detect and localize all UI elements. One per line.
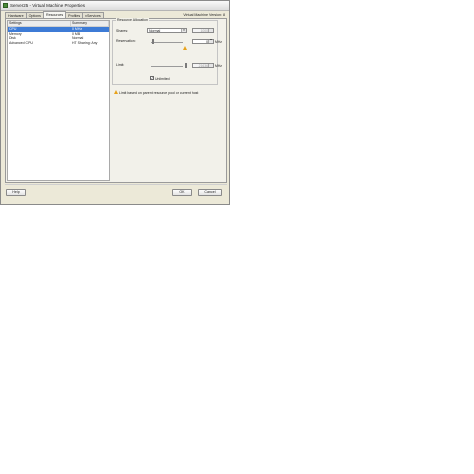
list-item-summary: HT Sharing: Any bbox=[72, 40, 98, 45]
column-header-settings[interactable]: Settings bbox=[8, 21, 71, 26]
tab-resources[interactable]: Resources bbox=[42, 11, 67, 18]
vm-icon bbox=[3, 3, 8, 8]
shares-select-value: Normal bbox=[149, 29, 161, 33]
limit-value: 21636 bbox=[198, 64, 208, 68]
vm-version-label: Virtual Machine Version: 8 bbox=[183, 13, 225, 17]
shares-amount-value: 1000 bbox=[200, 29, 208, 33]
unlimited-checkbox[interactable]: ✓ bbox=[150, 76, 154, 80]
ok-button[interactable]: OK bbox=[172, 189, 192, 196]
resource-allocation-group: Resource Allocation Shares: Normal ▾ 100… bbox=[112, 18, 222, 85]
reservation-unit: MHz bbox=[215, 40, 222, 44]
warning-icon bbox=[114, 90, 118, 94]
list-item-setting: Advanced CPU bbox=[9, 40, 33, 45]
unlimited-label: Unlimited bbox=[155, 76, 170, 81]
footer-divider bbox=[5, 184, 227, 185]
shares-select[interactable]: Normal ▾ bbox=[147, 28, 187, 33]
reservation-slider-handle[interactable] bbox=[152, 39, 154, 44]
resource-allocation-title: Resource Allocation bbox=[116, 18, 149, 22]
reservation-field[interactable]: 0 ▴▾ bbox=[192, 39, 214, 44]
spinner-icon: ▴▾ bbox=[208, 63, 213, 67]
window-title: Server25 - Virtual Machine Properties bbox=[10, 3, 85, 8]
settings-list: Settings Summary CPU 0 MHz Memory 0 MB D… bbox=[7, 20, 110, 181]
limit-label: Limit: bbox=[116, 63, 125, 67]
limit-slider-handle[interactable] bbox=[185, 63, 187, 68]
limit-slider-track[interactable] bbox=[151, 66, 183, 67]
limit-field: 21636 ▴▾ bbox=[192, 63, 214, 68]
cancel-button[interactable]: Cancel bbox=[198, 189, 222, 196]
list-item-advanced-cpu[interactable]: Advanced CPU HT Sharing: Any bbox=[8, 41, 109, 46]
spinner-icon[interactable]: ▴▾ bbox=[208, 39, 213, 43]
reservation-slider-track[interactable] bbox=[151, 42, 183, 43]
limit-warning-text: Limit based on parent resource pool or c… bbox=[119, 90, 199, 95]
help-button[interactable]: Help bbox=[6, 189, 26, 196]
shares-amount-field: 1000 ▴▾ bbox=[192, 28, 214, 33]
reservation-label: Reservation: bbox=[116, 39, 136, 43]
title-bar[interactable]: Server25 - Virtual Machine Properties bbox=[1, 1, 229, 11]
shares-label: Shares: bbox=[116, 29, 129, 33]
column-header-summary[interactable]: Summary bbox=[71, 21, 109, 26]
warning-icon bbox=[183, 46, 187, 50]
virtual-machine-properties-window: Server25 - Virtual Machine Properties Ha… bbox=[0, 0, 230, 205]
chevron-down-icon: ▾ bbox=[181, 29, 186, 32]
limit-unit: MHz bbox=[215, 64, 222, 68]
spinner-icon: ▴▾ bbox=[208, 28, 213, 32]
